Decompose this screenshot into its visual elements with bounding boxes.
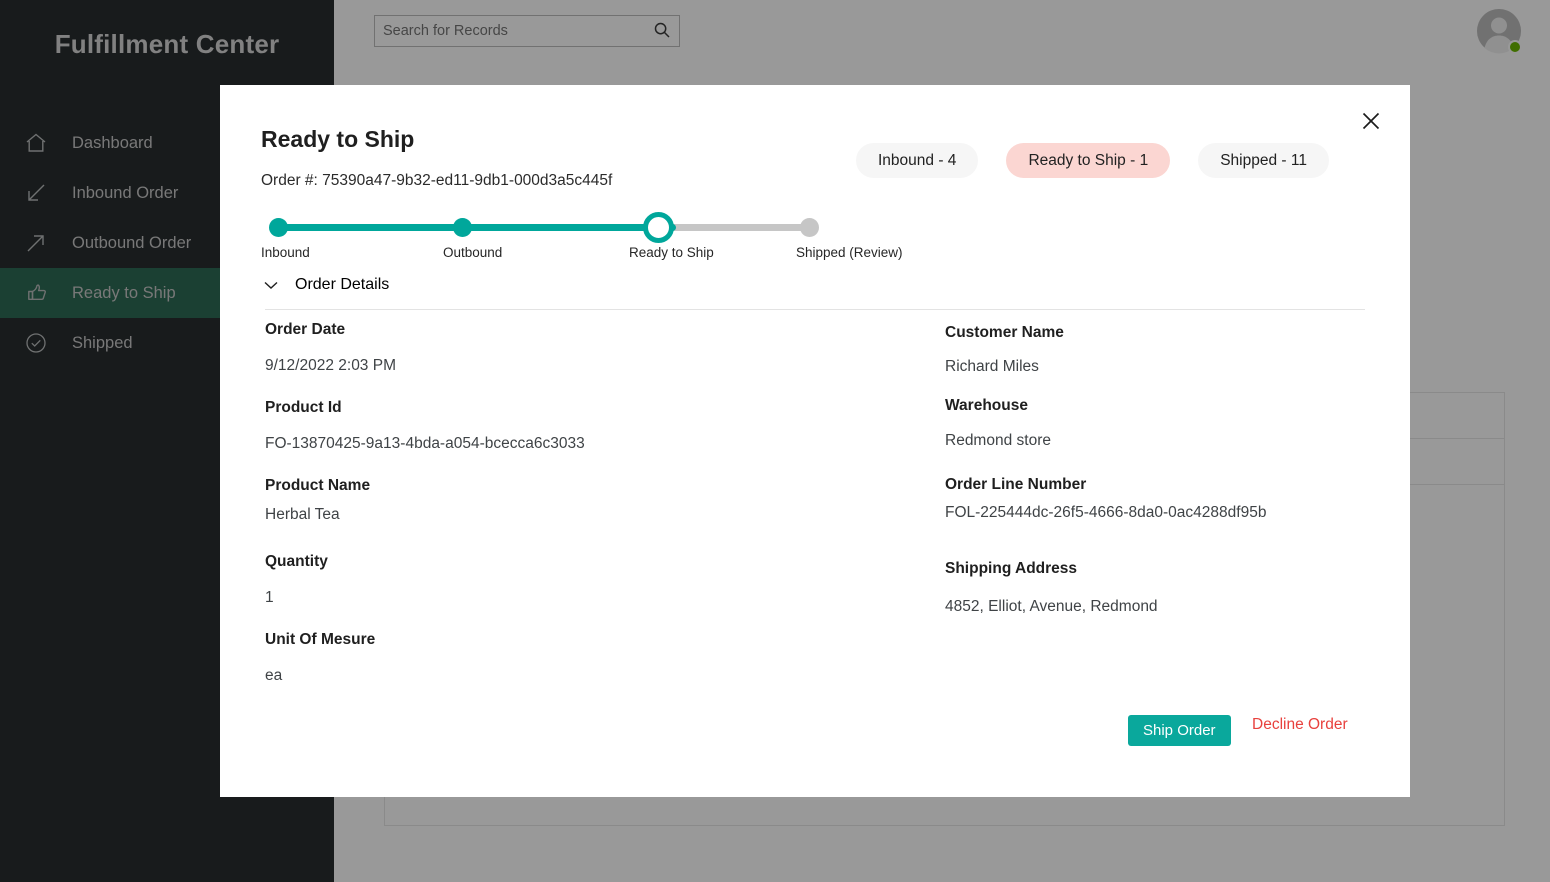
field-value: FO-13870425-9a13-4bda-a054-bcecca6c3033 bbox=[265, 435, 865, 453]
status-pill-inbound[interactable]: Inbound - 4 bbox=[856, 143, 978, 178]
stepper-dot-inbound[interactable] bbox=[269, 218, 288, 237]
field-order-line-number: Order Line Number FOL-225444dc-26f5-4666… bbox=[945, 476, 1375, 522]
field-customer-name: Customer Name Richard Miles bbox=[945, 324, 1375, 376]
stepper-track-done bbox=[276, 224, 676, 231]
stepper-label: Outbound bbox=[443, 245, 502, 260]
stepper-dot-shipped[interactable] bbox=[800, 218, 819, 237]
field-label: Customer Name bbox=[945, 324, 1375, 342]
field-label: Quantity bbox=[265, 553, 865, 571]
field-label: Unit Of Mesure bbox=[265, 631, 865, 649]
order-details-dialog: Ready to Ship Order #: 75390a47-9b32-ed1… bbox=[220, 85, 1410, 797]
field-value: Richard Miles bbox=[945, 358, 1375, 376]
field-value: ea bbox=[265, 667, 865, 685]
order-details-right-column: Customer Name Richard Miles Warehouse Re… bbox=[945, 321, 1375, 618]
app-root: Fulfillment Center Dashboard Inbound Ord… bbox=[0, 0, 1550, 882]
status-pill-group: Inbound - 4 Ready to Ship - 1 Shipped - … bbox=[856, 143, 1329, 178]
order-progress-stepper: Inbound Outbound Ready to Ship Shipped (… bbox=[261, 205, 881, 265]
field-product-id: Product Id FO-13870425-9a13-4bda-a054-bc… bbox=[265, 399, 865, 453]
status-pill-shipped[interactable]: Shipped - 11 bbox=[1198, 143, 1329, 178]
field-label: Order Line Number bbox=[945, 476, 1375, 494]
stepper-dot-outbound[interactable] bbox=[453, 218, 472, 237]
field-label: Product Id bbox=[265, 399, 865, 417]
field-value: FOL-225444dc-26f5-4666-8da0-0ac4288df95b bbox=[945, 504, 1375, 522]
field-product-name: Product Name Herbal Tea bbox=[265, 477, 865, 524]
field-value: 1 bbox=[265, 589, 865, 607]
stepper-label: Shipped (Review) bbox=[796, 245, 903, 260]
field-unit-of-measure: Unit Of Mesure ea bbox=[265, 631, 865, 685]
field-value: 9/12/2022 2:03 PM bbox=[265, 357, 865, 375]
field-quantity: Quantity 1 bbox=[265, 553, 865, 607]
field-label: Order Date bbox=[265, 321, 865, 339]
close-button[interactable] bbox=[1354, 105, 1388, 139]
field-label: Shipping Address bbox=[945, 560, 1375, 578]
field-label: Warehouse bbox=[945, 397, 1375, 415]
stepper-label: Inbound bbox=[261, 245, 310, 260]
field-value: Herbal Tea bbox=[265, 506, 865, 524]
stepper-dot-ready-to-ship[interactable] bbox=[643, 212, 674, 243]
field-warehouse: Warehouse Redmond store bbox=[945, 397, 1375, 450]
field-value: 4852, Elliot, Avenue, Redmond bbox=[945, 598, 1375, 616]
section-divider bbox=[265, 309, 1365, 310]
dialog-title: Ready to Ship bbox=[261, 126, 414, 153]
order-details-left-column: Order Date 9/12/2022 2:03 PM Product Id … bbox=[265, 321, 865, 687]
field-label: Product Name bbox=[265, 477, 865, 495]
order-details-toggle-label: Order Details bbox=[295, 276, 389, 294]
field-shipping-address: Shipping Address 4852, Elliot, Avenue, R… bbox=[945, 560, 1375, 616]
order-number: Order #: 75390a47-9b32-ed11-9db1-000d3a5… bbox=[261, 172, 612, 190]
order-details-toggle[interactable]: Order Details bbox=[261, 275, 389, 295]
ship-order-button[interactable]: Ship Order bbox=[1128, 715, 1231, 746]
chevron-down-icon bbox=[261, 275, 281, 295]
stepper-label: Ready to Ship bbox=[629, 245, 714, 260]
field-value: Redmond store bbox=[945, 432, 1375, 450]
close-icon bbox=[1360, 110, 1382, 135]
decline-order-button[interactable]: Decline Order bbox=[1252, 716, 1348, 734]
status-pill-ready-to-ship[interactable]: Ready to Ship - 1 bbox=[1006, 143, 1170, 178]
field-order-date: Order Date 9/12/2022 2:03 PM bbox=[265, 321, 865, 375]
